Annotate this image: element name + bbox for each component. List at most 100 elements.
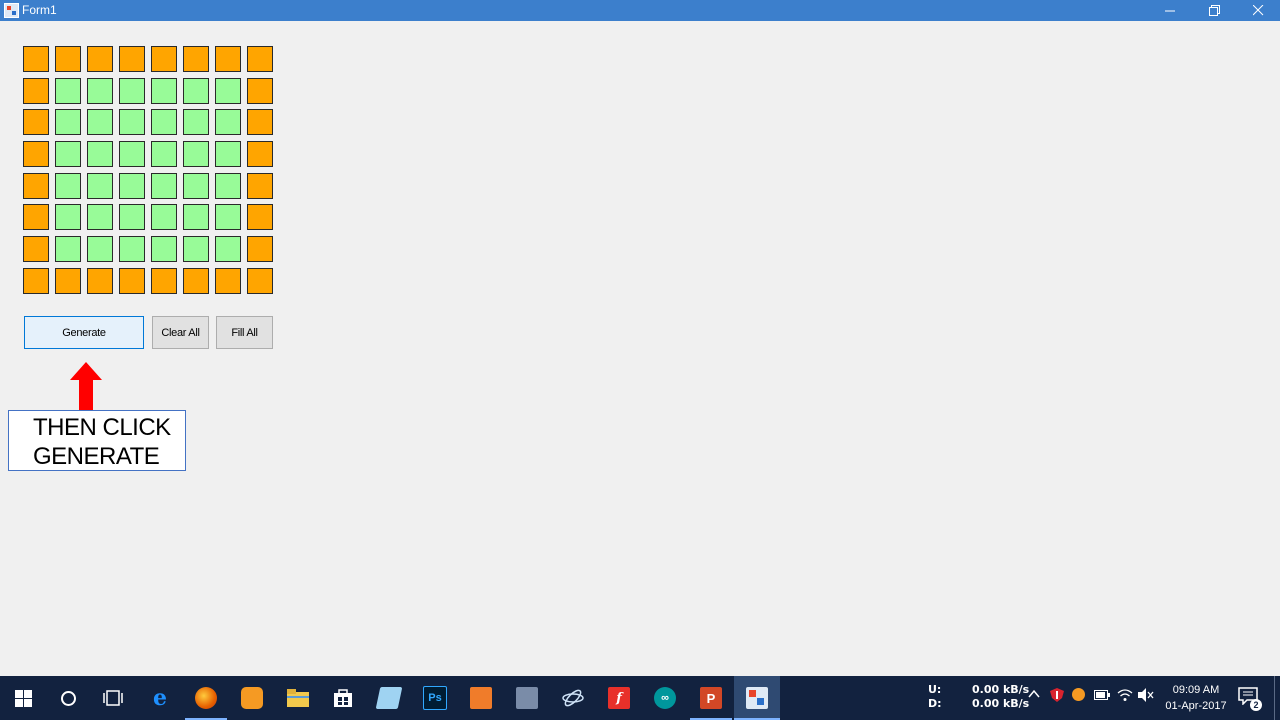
grid-cell[interactable] [87,204,113,231]
grid-cell[interactable] [55,172,81,199]
grid-cell[interactable] [119,204,145,231]
taskbar-firefox[interactable] [183,676,229,720]
grid-cell[interactable] [151,204,177,231]
taskbar-app-3[interactable] [504,676,550,720]
grid-cell[interactable] [55,141,81,168]
grid-cell[interactable] [215,109,241,136]
fill-all-button[interactable]: Fill All [216,316,273,349]
grid-cell[interactable] [151,46,177,72]
grid-cell[interactable] [247,204,273,231]
grid-cell[interactable] [215,46,241,72]
grid-cell[interactable] [55,109,81,136]
grid-cell[interactable] [55,46,81,72]
grid-cell[interactable] [87,46,113,72]
taskbar-app-1[interactable] [366,676,412,720]
grid-cell[interactable] [215,172,241,199]
download-speed: 0.00 kB/s [972,697,1030,710]
start-button[interactable] [0,676,46,720]
taskbar-file-explorer[interactable] [275,676,321,720]
grid-cell[interactable] [55,77,81,104]
grid-cell[interactable] [215,141,241,168]
generate-button[interactable]: Generate [24,316,144,349]
grid-cell[interactable] [215,236,241,263]
clear-all-button[interactable]: Clear All [152,316,209,349]
taskbar-photoshop[interactable]: Ps [412,676,458,720]
grid-cell[interactable] [87,141,113,168]
taskbar-foxit[interactable]: f [596,676,642,720]
taskbar-powerpoint[interactable]: P [688,676,734,720]
grid-cell[interactable] [119,267,145,294]
grid-cell[interactable] [151,267,177,294]
search-button[interactable] [45,676,91,720]
grid-cell[interactable] [87,236,113,263]
grid-cell[interactable] [183,236,209,263]
show-desktop-button[interactable] [1274,676,1275,720]
grid-cell[interactable] [183,77,209,104]
grid-cell[interactable] [151,172,177,199]
grid-cell[interactable] [55,236,81,263]
grid-cell[interactable] [247,267,273,294]
grid-cell[interactable] [23,236,49,263]
grid-cell[interactable] [183,46,209,72]
grid-cell[interactable] [215,267,241,294]
taskbar-form-app[interactable] [734,676,780,720]
tray-wifi[interactable] [1117,688,1133,705]
grid-cell[interactable] [151,77,177,104]
taskbar-app-4[interactable] [550,676,596,720]
grid-cell[interactable] [87,109,113,136]
grid-cell[interactable] [23,141,49,168]
grid-cell[interactable] [55,267,81,294]
grid-cell[interactable] [87,267,113,294]
grid-cell[interactable] [119,77,145,104]
grid-cell[interactable] [215,77,241,104]
grid-cell[interactable] [55,204,81,231]
close-button[interactable] [1236,0,1280,21]
grid-cell[interactable] [247,77,273,104]
form-app-icon[interactable] [4,3,19,18]
taskbar-store[interactable] [320,676,366,720]
clock-time: 09:09 AM [1172,684,1220,696]
grid-cell[interactable] [23,204,49,231]
taskbar-uc-browser[interactable] [229,676,275,720]
grid-cell[interactable] [119,109,145,136]
grid-cell[interactable] [247,46,273,72]
grid-cell[interactable] [87,172,113,199]
grid-cell[interactable] [247,109,273,136]
grid-cell[interactable] [183,267,209,294]
grid-cell[interactable] [151,109,177,136]
grid-cell[interactable] [87,77,113,104]
restore-button[interactable] [1192,0,1236,21]
grid-cell[interactable] [151,236,177,263]
grid-cell[interactable] [119,141,145,168]
grid-cell[interactable] [183,141,209,168]
app-icon [562,689,584,707]
taskbar-edge[interactable]: e [137,676,183,720]
tray-antivirus[interactable] [1050,688,1064,705]
grid-cell[interactable] [23,172,49,199]
grid-cell[interactable] [151,141,177,168]
grid-cell[interactable] [183,109,209,136]
tray-app[interactable] [1072,688,1085,701]
action-center-button[interactable]: 2 [1238,687,1262,711]
tray-volume[interactable] [1138,688,1154,705]
grid-cell[interactable] [215,204,241,231]
grid-cell[interactable] [23,109,49,136]
minimize-button[interactable] [1148,0,1192,21]
tray-battery[interactable] [1094,688,1110,703]
grid-cell[interactable] [183,172,209,199]
grid-cell[interactable] [23,77,49,104]
taskbar-app-2[interactable] [458,676,504,720]
grid-cell[interactable] [247,172,273,199]
task-view-button[interactable] [90,676,136,720]
tray-overflow-button[interactable] [1028,688,1040,703]
grid-cell[interactable] [119,46,145,72]
grid-cell[interactable] [247,141,273,168]
grid-cell[interactable] [183,204,209,231]
grid-cell[interactable] [23,46,49,72]
taskbar-arduino[interactable]: ∞ [642,676,688,720]
grid-cell[interactable] [247,236,273,263]
grid-cell[interactable] [23,267,49,294]
grid-cell[interactable] [119,172,145,199]
grid-cell[interactable] [119,236,145,263]
clock[interactable]: 09:09 AM 01-Apr-2017 [1160,682,1232,714]
